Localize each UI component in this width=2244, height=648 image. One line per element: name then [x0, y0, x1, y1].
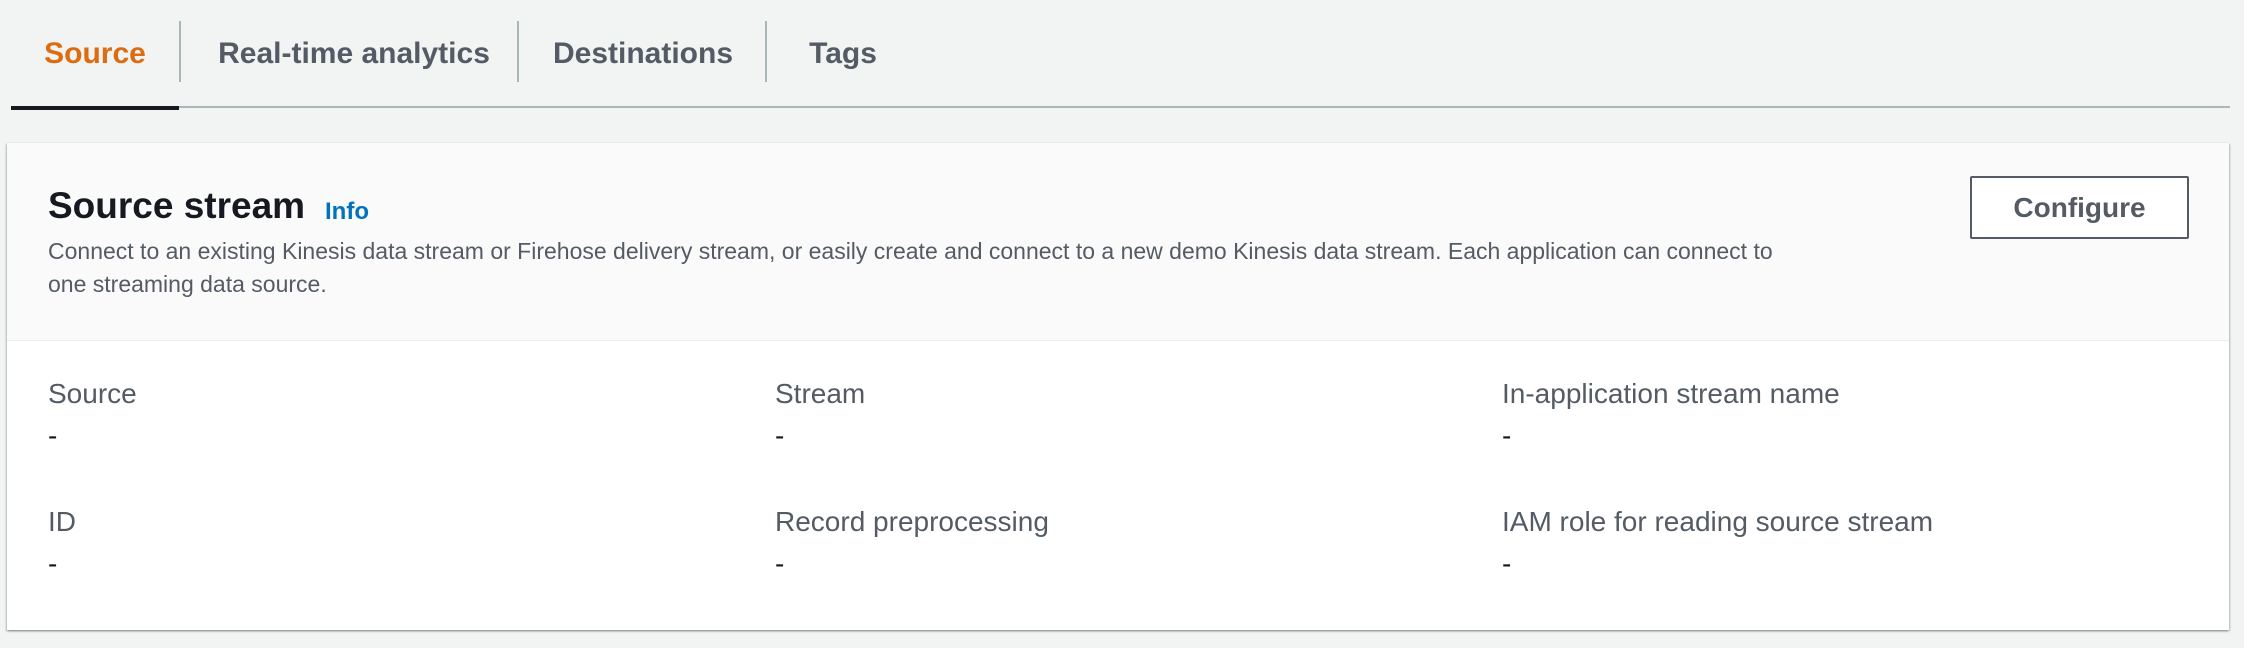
- field-value: -: [48, 548, 58, 579]
- active-tab-indicator: [11, 106, 179, 110]
- tab-destinations-label: Destinations: [552, 37, 734, 70]
- configure-button[interactable]: Configure: [1970, 176, 2189, 239]
- tab-real-time-analytics[interactable]: Real-time analytics: [181, 0, 527, 108]
- field-label: Stream: [775, 378, 866, 409]
- panel-title: Source stream: [48, 185, 306, 226]
- info-link[interactable]: Info: [325, 198, 369, 226]
- field-label: ID: [48, 506, 76, 537]
- field-stream: Stream -: [775, 378, 1475, 452]
- field-label: Source: [48, 378, 137, 409]
- field-label: Record preprocessing: [775, 506, 1049, 537]
- field-label: IAM role for reading source stream: [1502, 506, 1934, 537]
- panel-description: Connect to an existing Kinesis data stre…: [48, 238, 1773, 297]
- tab-source[interactable]: Source: [11, 0, 179, 110]
- field-iam-role: IAM role for reading source stream -: [1502, 506, 2202, 580]
- field-value: -: [775, 420, 785, 451]
- tab-destinations[interactable]: Destinations: [519, 0, 767, 108]
- tab-real-time-analytics-label: Real-time analytics: [218, 37, 490, 70]
- tab-bar: Source Real-time analytics Destinations …: [11, 0, 2230, 110]
- panel-header: Source stream Info Connect to an existin…: [7, 143, 2229, 341]
- field-value: -: [1502, 420, 1512, 451]
- field-value: -: [775, 548, 785, 579]
- field-value: -: [1502, 548, 1512, 579]
- field-source: Source -: [48, 378, 748, 452]
- field-value: -: [48, 420, 58, 451]
- field-in-application-stream-name: In-application stream name -: [1502, 378, 2202, 452]
- field-id: ID -: [48, 506, 748, 580]
- source-stream-panel: Source stream Info Connect to an existin…: [7, 143, 2229, 630]
- field-label: In-application stream name: [1502, 378, 1840, 409]
- tab-tags-label: Tags: [809, 37, 877, 70]
- field-record-preprocessing: Record preprocessing -: [775, 506, 1475, 580]
- tab-tags[interactable]: Tags: [767, 0, 919, 108]
- tab-source-label: Source: [44, 37, 146, 70]
